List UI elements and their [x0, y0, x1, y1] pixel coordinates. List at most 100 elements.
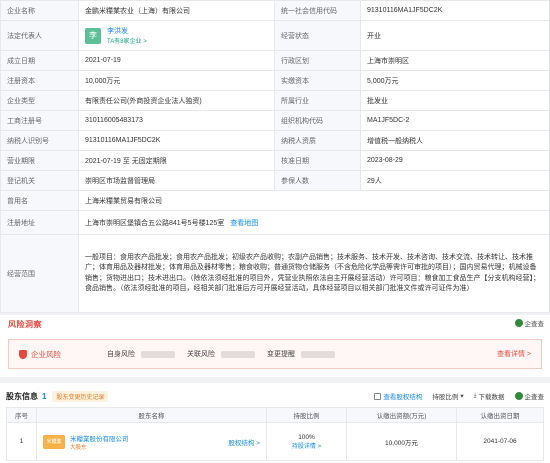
equity-structure-button[interactable]: 查看股权结构 [374, 391, 422, 401]
shareholder-count: 1 [42, 391, 47, 401]
risk-item-label: 自身风险 [107, 351, 135, 358]
former-name: 上海米糧業贸易有限公司 [78, 190, 550, 211]
field-label: 法定代表人 [0, 20, 79, 51]
section-title: 股东信息 [6, 391, 38, 401]
field-label: 成立日期 [0, 50, 79, 71]
blurred-value [221, 350, 255, 358]
field-label: 注册地址 [0, 210, 79, 235]
risk-panel: 风险洞察 企查查 企业风险 自身风险 关联风险 变更提醒 查看详情 > [0, 315, 550, 377]
blurred-value [301, 350, 335, 358]
field-value: 91310116MA1JF5DC2K [78, 130, 275, 151]
business-scope: 一般项目：食用农产品批发；食用农产品批发；初级农产品收购；农副产品销售；技术服务… [78, 234, 550, 313]
row-index: 1 [6, 422, 37, 461]
shareholder-actions: 查看股权结构 持股比例 ▾ ⤓ 下载数据 企查查 [374, 391, 544, 401]
field-value: 2021-07-19 至 无固定期限 [78, 150, 275, 171]
field-label: 参保人数 [274, 170, 361, 191]
field-label: 实缴资本 [274, 70, 361, 91]
shareholder-name-link[interactable]: 米糧業股份有限公司 [70, 433, 129, 443]
field-label: 纳税人资质 [274, 130, 361, 151]
table-row: 企业类型 有限责任公司(外商投资企业法人独资) 所属行业 批发业 [0, 90, 550, 111]
risk-main-label: 企业风险 [31, 349, 61, 359]
field-value: 崇明区市场监督管理局 [78, 170, 275, 191]
risk-title: 风险洞察 [8, 320, 42, 329]
download-button[interactable]: ⤓ 下载数据 [474, 391, 505, 401]
shareholder-table: 序号 股东名称 持股比例 认缴出资额(万元) 认缴出资日期 1 米糧業 米糧業股… [6, 407, 544, 461]
shield-icon [19, 349, 27, 359]
risk-details-link[interactable]: 查看详情 > [497, 349, 531, 359]
credit-code: 91310116MA1JF5DC2K [360, 0, 550, 21]
table-row: 工商注册号 310116005483173 组织机构代码 MA1JF5DC-2 [0, 110, 550, 131]
shareholder-tag: 大股东 [70, 444, 87, 451]
business-status: 开业 [360, 20, 550, 51]
field-value: 有限责任公司(外商投资企业法人独资) [78, 90, 275, 111]
legal-rep-companies-link[interactable]: TA有8家企业 > [107, 36, 147, 45]
field-value: 29人 [360, 170, 550, 191]
column-header: 股东名称 [36, 407, 267, 423]
risk-main: 企业风险 [9, 349, 107, 360]
field-label: 企业名称 [0, 0, 79, 21]
chevron-down-icon: ▾ [460, 393, 464, 400]
field-value: 310116005483173 [78, 110, 275, 131]
column-header: 持股比例 [266, 407, 347, 423]
field-label: 注册资本 [0, 70, 79, 91]
table-row: 曾用名 上海米糧業贸易有限公司 [0, 190, 550, 211]
table-row: 经营范围 一般项目：食用农产品批发；食用农产品批发；初级农产品收购；农副产品销售… [0, 234, 550, 313]
equity-relation-link[interactable]: 股权结构 > [228, 437, 260, 447]
company-name: 金鹏米糧業农业（上海）有限公司 [78, 0, 275, 21]
field-value: 2023-08-29 [360, 150, 550, 171]
field-label: 登记机关 [0, 170, 79, 191]
shareholder-cell: 米糧業 米糧業股份有限公司 大股东 股权结构 > [36, 422, 267, 461]
field-label: 工商注册号 [0, 110, 79, 131]
field-value: 批发业 [360, 90, 550, 111]
view-map-link[interactable]: 查看地图 [230, 220, 258, 227]
risk-item-label: 变更提醒 [267, 351, 295, 358]
risk-item-change[interactable]: 变更提醒 [267, 349, 335, 359]
brand-logo-icon [514, 392, 523, 400]
brand-badge: 企查查 [514, 391, 544, 401]
field-value: 5,000万元 [360, 70, 550, 91]
holding-ratio-dropdown[interactable]: 持股比例 ▾ [432, 391, 463, 401]
field-label: 企业类型 [0, 90, 79, 111]
field-value: 10,000万元 [78, 70, 275, 91]
risk-summary-bar[interactable]: 企业风险 自身风险 关联风险 变更提醒 查看详情 > [8, 339, 542, 369]
address-text: 上海市崇明区堡镇合五公路841号5号楼125室 [85, 219, 225, 227]
holding-ratio-cell: 100% 持股详情 > [266, 422, 347, 461]
holding-detail-link[interactable]: 持股详情 > [267, 441, 346, 450]
field-value: 上海市崇明区 [360, 50, 550, 71]
blurred-value [141, 350, 175, 358]
field-label: 行政区划 [274, 50, 361, 71]
field-label: 纳税人识别号 [0, 130, 79, 151]
field-label: 营业期限 [0, 150, 79, 171]
table-row: 注册地址 上海市崇明区堡镇合五公路841号5号楼125室 查看地图 [0, 210, 550, 235]
column-header: 认缴出资日期 [456, 407, 544, 423]
registered-address: 上海市崇明区堡镇合五公路841号5号楼125室 查看地图 [78, 210, 550, 235]
column-header: 认缴出资额(万元) [346, 407, 457, 423]
table-row: 登记机关 崇明区市场监督管理局 参保人数 29人 [0, 170, 550, 191]
field-label: 所属行业 [274, 90, 361, 111]
field-label: 曾用名 [0, 190, 79, 211]
brand-logo-icon [514, 319, 523, 327]
field-label: 经营范围 [0, 234, 79, 313]
table-row: 纳税人识别号 91310116MA1JF5DC2K 纳税人资质 增值税一般纳税人 [0, 130, 550, 151]
shareholder-section: 股东信息 1 股东变更历史记录 查看股权结构 持股比例 ▾ ⤓ 下载数据 企查查 序… [0, 383, 550, 463]
avatar: 李 [85, 27, 101, 44]
field-value: MA1JF5DC-2 [360, 110, 550, 131]
field-label: 经营状态 [274, 20, 361, 51]
risk-item-label: 关联风险 [187, 351, 215, 358]
risk-item-related[interactable]: 关联风险 [187, 349, 255, 359]
history-tag[interactable]: 股东变更历史记录 [52, 390, 109, 402]
brand-name: 企查查 [524, 321, 545, 328]
legal-rep-name-link[interactable]: 李洪发 [107, 26, 147, 36]
field-value: 2021-07-19 [78, 50, 275, 71]
table-row: 1 米糧業 米糧業股份有限公司 大股东 股权结构 > 100% 持股详情 > 1… [6, 422, 544, 461]
table-header-row: 序号 股东名称 持股比例 认缴出资额(万元) 认缴出资日期 [6, 407, 544, 423]
legal-representative: 李 李洪发 TA有8家企业 > [78, 20, 275, 51]
structure-icon [374, 392, 382, 400]
risk-item-self[interactable]: 自身风险 [107, 349, 175, 359]
registration-info-table: 企业名称 金鹏米糧業农业（上海）有限公司 统一社会信用代码 91310116MA… [0, 0, 550, 313]
table-row: 企业名称 金鹏米糧業农业（上海）有限公司 统一社会信用代码 91310116MA… [0, 0, 550, 21]
shareholder-header: 股东信息 1 股东变更历史记录 查看股权结构 持股比例 ▾ ⤓ 下载数据 企查查 [6, 389, 544, 403]
table-row: 法定代表人 李 李洪发 TA有8家企业 > 经营状态 开业 [0, 20, 550, 51]
holding-ratio: 100% [298, 433, 315, 441]
subscribed-date: 2041-07-06 [456, 422, 544, 461]
